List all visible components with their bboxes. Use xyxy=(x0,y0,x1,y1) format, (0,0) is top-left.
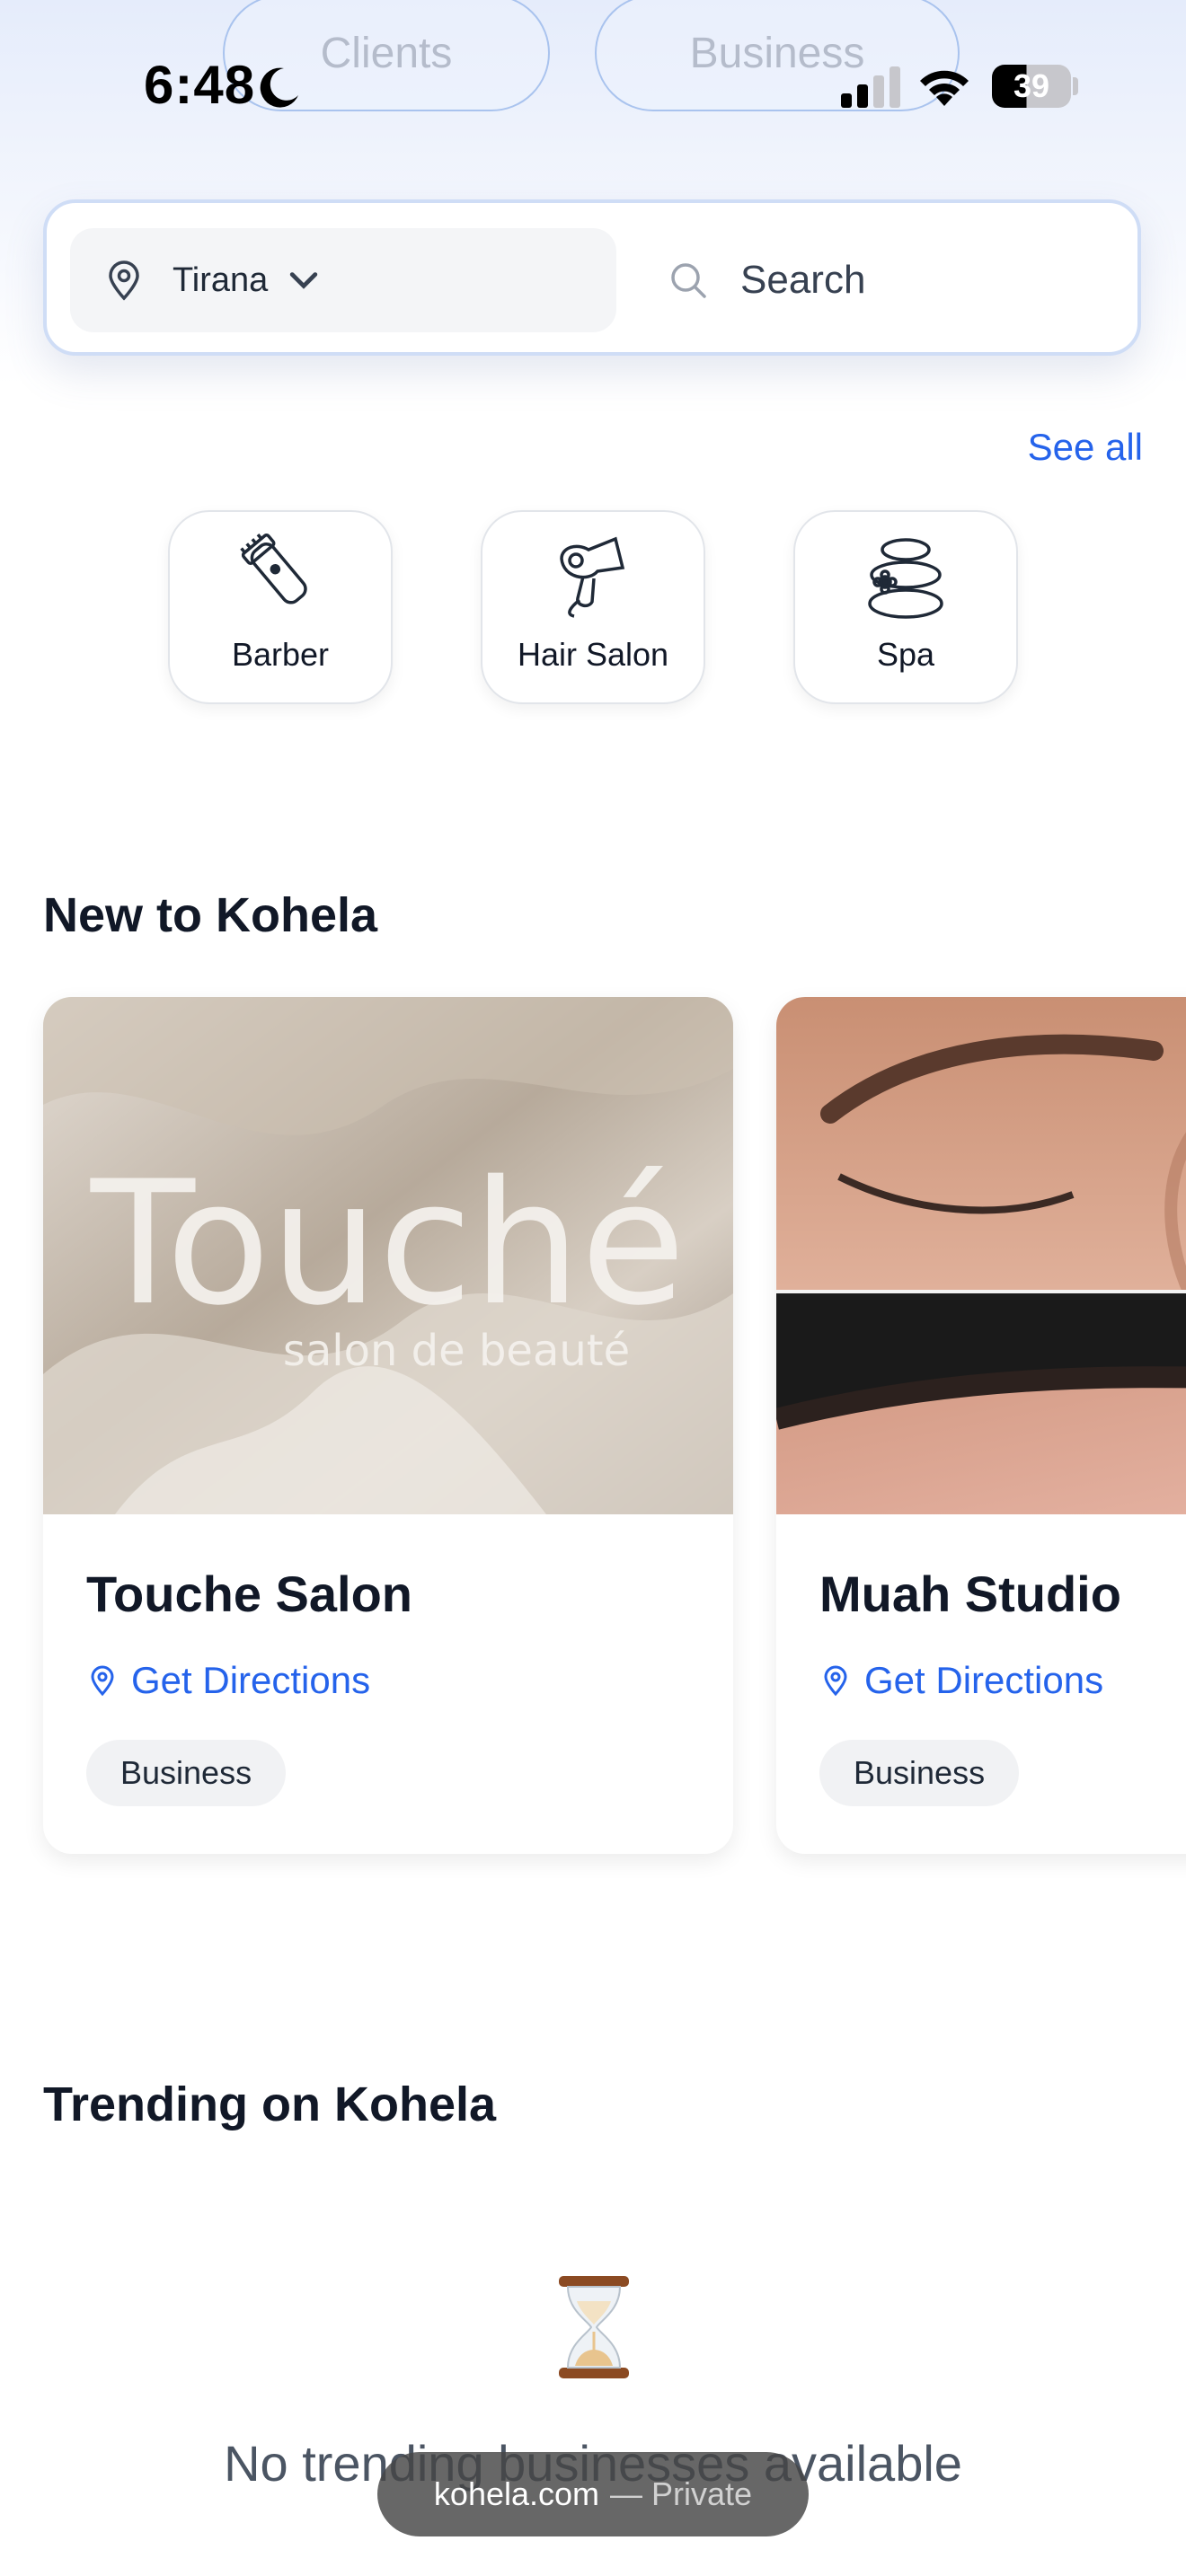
battery-icon: 39 xyxy=(992,65,1071,108)
map-pin-icon xyxy=(824,1665,847,1697)
search-icon xyxy=(671,263,706,298)
category-hair-salon[interactable]: Hair Salon xyxy=(481,510,705,704)
spa-stones-icon xyxy=(868,538,943,619)
moon-icon xyxy=(260,67,298,108)
status-time: 6:48 xyxy=(144,55,256,115)
section-title-trending: Trending on Kohela xyxy=(43,2078,497,2131)
app-page: Clients Business 6:48 39 Tirana Search S… xyxy=(0,0,1186,2576)
map-pin-icon xyxy=(91,1665,114,1697)
location-selector[interactable]: Tirana xyxy=(70,228,616,332)
cellular-signal-icon xyxy=(841,66,900,108)
search-placeholder: Search xyxy=(740,258,866,302)
get-directions-link[interactable]: Get Directions xyxy=(819,1659,1186,1702)
business-name: Touche Salon xyxy=(86,1566,412,1622)
section-title-new: New to Kohela xyxy=(43,888,378,942)
business-cover-image: Touché salon de beauté xyxy=(43,997,733,1514)
business-cover-image xyxy=(776,997,1186,1514)
browser-private-label: — Private xyxy=(610,2475,753,2512)
touche-logo-text: Touché xyxy=(90,1144,686,1343)
category-barber[interactable]: Barber xyxy=(168,510,393,704)
business-name: Muah Studio xyxy=(819,1566,1121,1622)
card-body: Muah Studio Get Directions Business xyxy=(819,1565,1186,1806)
card-body: Touche Salon Get Directions Business xyxy=(86,1565,715,1806)
browser-url-pill[interactable]: kohela.com — Private xyxy=(377,2452,809,2536)
get-directions-label: Get Directions xyxy=(131,1659,371,1701)
business-tag: Business xyxy=(86,1740,287,1806)
get-directions-link[interactable]: Get Directions xyxy=(86,1659,715,1702)
business-tag: Business xyxy=(819,1740,1020,1806)
category-label: Spa xyxy=(876,636,935,673)
map-pin-icon xyxy=(109,260,139,301)
touche-logo-image: Touché salon de beauté xyxy=(43,997,733,1514)
wifi-icon xyxy=(920,70,969,106)
battery-nub xyxy=(1073,77,1078,95)
chevron-down-icon xyxy=(290,272,318,289)
touche-logo-subtext: salon de beauté xyxy=(283,1326,630,1376)
business-card-muah[interactable]: Muah Studio Get Directions Business xyxy=(776,997,1186,1854)
hair-dryer-icon xyxy=(560,536,625,618)
muah-photo-image xyxy=(776,997,1186,1514)
category-label: Hair Salon xyxy=(517,636,669,673)
category-spa[interactable]: Spa xyxy=(793,510,1018,704)
location-label: Tirana xyxy=(173,260,269,299)
clipper-icon xyxy=(240,533,307,604)
tab-business[interactable]: Business xyxy=(595,0,960,111)
see-all-link[interactable]: See all xyxy=(1028,426,1143,469)
get-directions-label: Get Directions xyxy=(864,1659,1104,1701)
hourglass-icon xyxy=(559,2276,629,2378)
search-bar: Tirana Search xyxy=(43,199,1141,356)
category-label: Barber xyxy=(231,636,330,673)
business-card-touche[interactable]: Touché salon de beauté Touche Salon Get … xyxy=(43,997,733,1854)
search-input[interactable]: Search xyxy=(667,228,1116,332)
browser-url: kohela.com xyxy=(433,2475,600,2512)
